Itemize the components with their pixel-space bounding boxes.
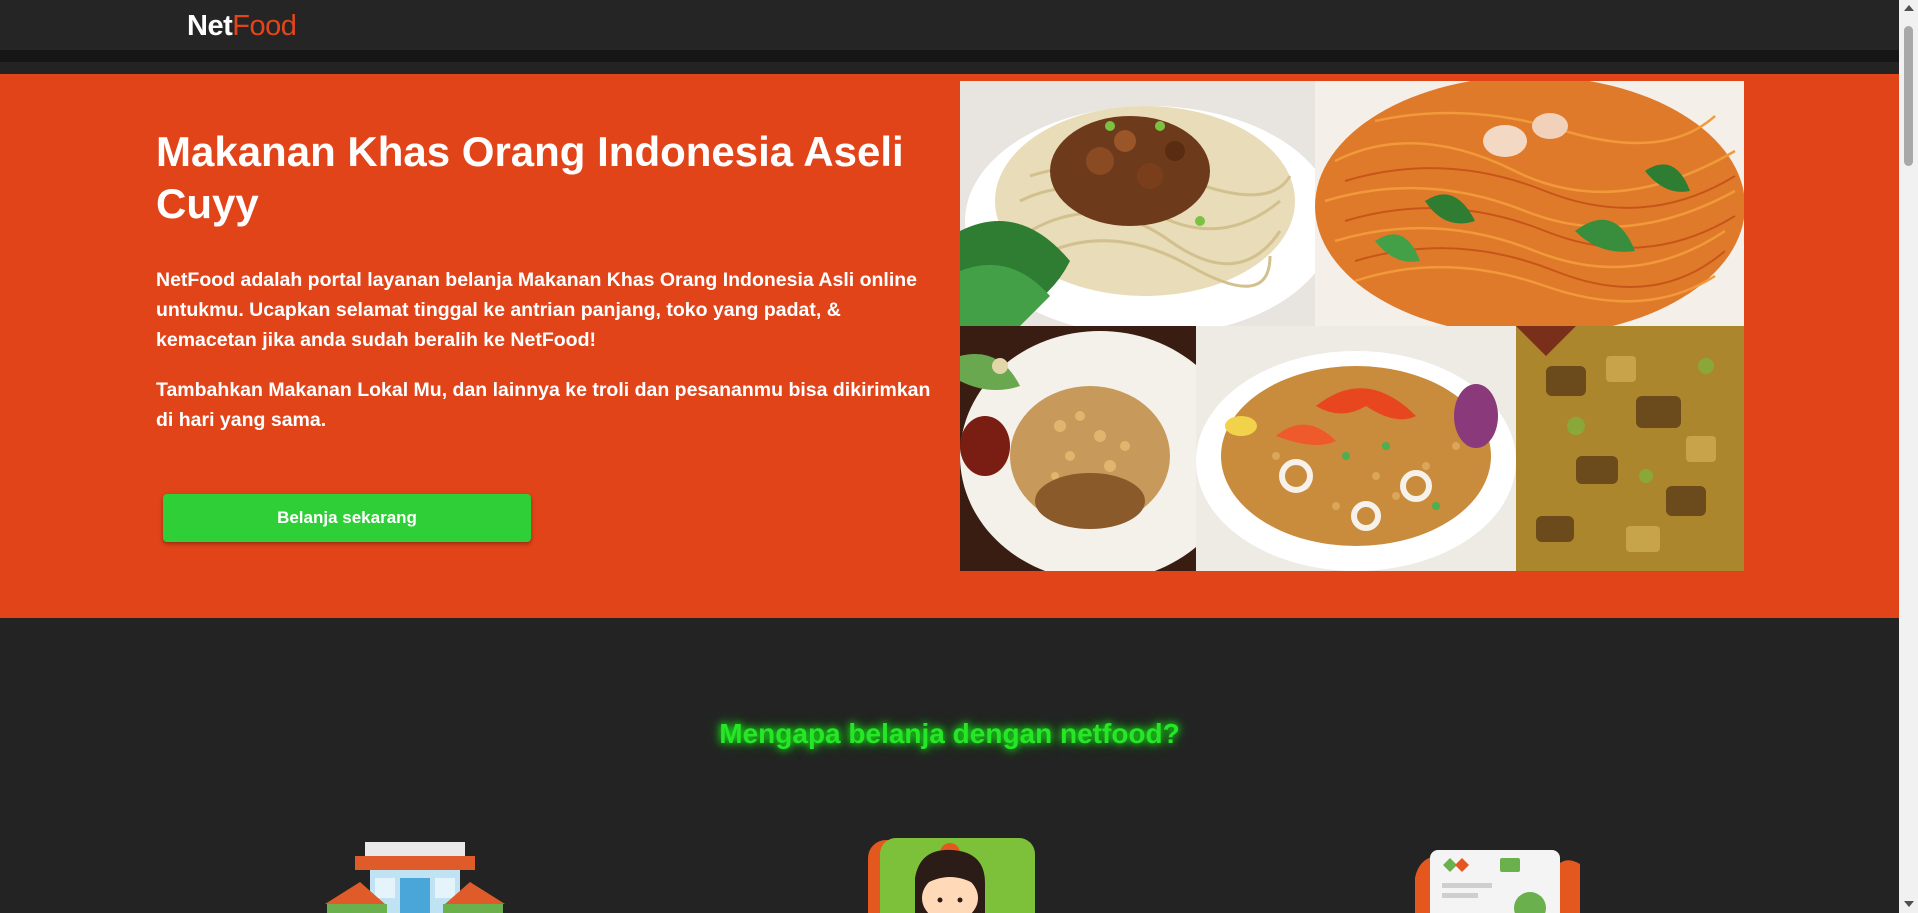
brand-logo-food: Food <box>232 10 297 42</box>
food-gallery <box>960 81 1744 571</box>
fried-vermicelli-image <box>1315 81 1744 326</box>
noodle-bowl-image <box>960 81 1315 326</box>
hero-description: NetFood adalah portal layanan belanja Ma… <box>156 269 918 351</box>
hero-section: Makanan Khas Orang Indonesia Aseli Cuyy … <box>0 74 1899 618</box>
why-section-title: Mengapa belanja dengan netfood? <box>719 718 1180 749</box>
payment-card-icon <box>1410 838 1590 913</box>
brand-logo-net: Net <box>187 10 233 42</box>
curry-image <box>1516 326 1744 571</box>
scroll-up-arrow-icon[interactable] <box>1904 5 1914 11</box>
navbar: NetFood <box>0 0 1899 62</box>
page-scrollbar[interactable] <box>1899 0 1918 913</box>
courier-girl-icon <box>860 838 1040 913</box>
scroll-thumb[interactable] <box>1904 26 1913 166</box>
brand-logo[interactable]: NetFood <box>187 10 297 43</box>
hero-title: Makanan Khas Orang Indonesia Aseli Cuyy <box>156 128 904 227</box>
store-icon <box>325 838 505 913</box>
hero-subdescription: Tambahkan Makanan Lokal Mu, dan lainnya … <box>156 379 931 431</box>
shop-now-button[interactable]: Belanja sekarang <box>163 494 531 542</box>
seafood-fried-rice-image <box>1196 326 1516 571</box>
scroll-down-arrow-icon[interactable] <box>1904 901 1914 907</box>
fried-chicken-image <box>960 326 1196 571</box>
